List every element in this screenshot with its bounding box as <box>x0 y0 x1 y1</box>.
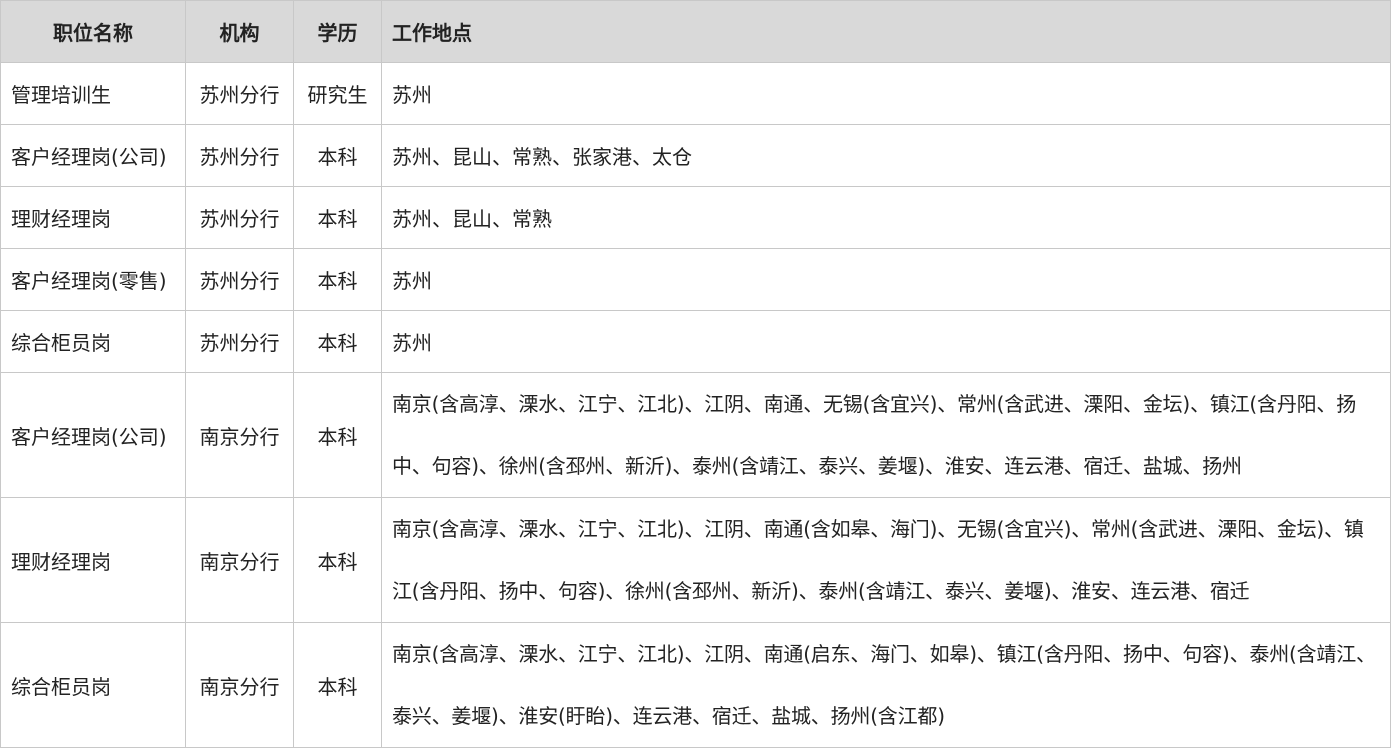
cell-org: 南京分行 <box>185 497 294 623</box>
table-row: 理财经理岗 南京分行 本科 南京(含高淳、溧水、江宁、江北)、江阴、南通(含如皋… <box>0 497 1391 623</box>
table-row: 客户经理岗(零售) 苏州分行 本科 苏州 <box>0 248 1391 311</box>
header-education: 学历 <box>293 0 382 63</box>
cell-location: 南京(含高淳、溧水、江宁、江北)、江阴、南通(含如皋、海门)、无锡(含宜兴)、常… <box>381 497 1391 623</box>
cell-position: 客户经理岗(公司) <box>0 372 186 498</box>
cell-org: 苏州分行 <box>185 186 294 249</box>
cell-education: 本科 <box>293 248 382 311</box>
cell-org: 南京分行 <box>185 372 294 498</box>
cell-position: 客户经理岗(公司) <box>0 124 186 187</box>
header-location: 工作地点 <box>381 0 1391 63</box>
cell-location: 南京(含高淳、溧水、江宁、江北)、江阴、南通、无锡(含宜兴)、常州(含武进、溧阳… <box>381 372 1391 498</box>
cell-education: 本科 <box>293 622 382 748</box>
header-position: 职位名称 <box>0 0 186 63</box>
header-org: 机构 <box>185 0 294 63</box>
cell-location: 南京(含高淳、溧水、江宁、江北)、江阴、南通(启东、海门、如皋)、镇江(含丹阳、… <box>381 622 1391 748</box>
cell-org: 苏州分行 <box>185 248 294 311</box>
cell-location: 苏州 <box>381 310 1391 373</box>
cell-location: 苏州 <box>381 248 1391 311</box>
cell-education: 本科 <box>293 372 382 498</box>
cell-org: 苏州分行 <box>185 310 294 373</box>
cell-position: 理财经理岗 <box>0 497 186 623</box>
cell-education: 研究生 <box>293 62 382 125</box>
table-row: 客户经理岗(公司) 苏州分行 本科 苏州、昆山、常熟、张家港、太仓 <box>0 124 1391 187</box>
cell-education: 本科 <box>293 310 382 373</box>
table-row: 客户经理岗(公司) 南京分行 本科 南京(含高淳、溧水、江宁、江北)、江阴、南通… <box>0 372 1391 498</box>
table-header-row: 职位名称 机构 学历 工作地点 <box>0 0 1391 63</box>
cell-education: 本科 <box>293 497 382 623</box>
cell-location: 苏州、昆山、常熟 <box>381 186 1391 249</box>
cell-position: 理财经理岗 <box>0 186 186 249</box>
table-row: 综合柜员岗 苏州分行 本科 苏州 <box>0 310 1391 373</box>
cell-education: 本科 <box>293 186 382 249</box>
cell-org: 苏州分行 <box>185 124 294 187</box>
cell-position: 客户经理岗(零售) <box>0 248 186 311</box>
table-row: 理财经理岗 苏州分行 本科 苏州、昆山、常熟 <box>0 186 1391 249</box>
cell-position: 管理培训生 <box>0 62 186 125</box>
recruitment-table: 职位名称 机构 学历 工作地点 管理培训生 苏州分行 研究生 苏州 客户经理岗(… <box>0 0 1391 748</box>
cell-org: 南京分行 <box>185 622 294 748</box>
cell-position: 综合柜员岗 <box>0 310 186 373</box>
cell-location: 苏州 <box>381 62 1391 125</box>
cell-org: 苏州分行 <box>185 62 294 125</box>
table-row: 管理培训生 苏州分行 研究生 苏州 <box>0 62 1391 125</box>
table-row: 综合柜员岗 南京分行 本科 南京(含高淳、溧水、江宁、江北)、江阴、南通(启东、… <box>0 622 1391 748</box>
cell-position: 综合柜员岗 <box>0 622 186 748</box>
cell-location: 苏州、昆山、常熟、张家港、太仓 <box>381 124 1391 187</box>
cell-education: 本科 <box>293 124 382 187</box>
